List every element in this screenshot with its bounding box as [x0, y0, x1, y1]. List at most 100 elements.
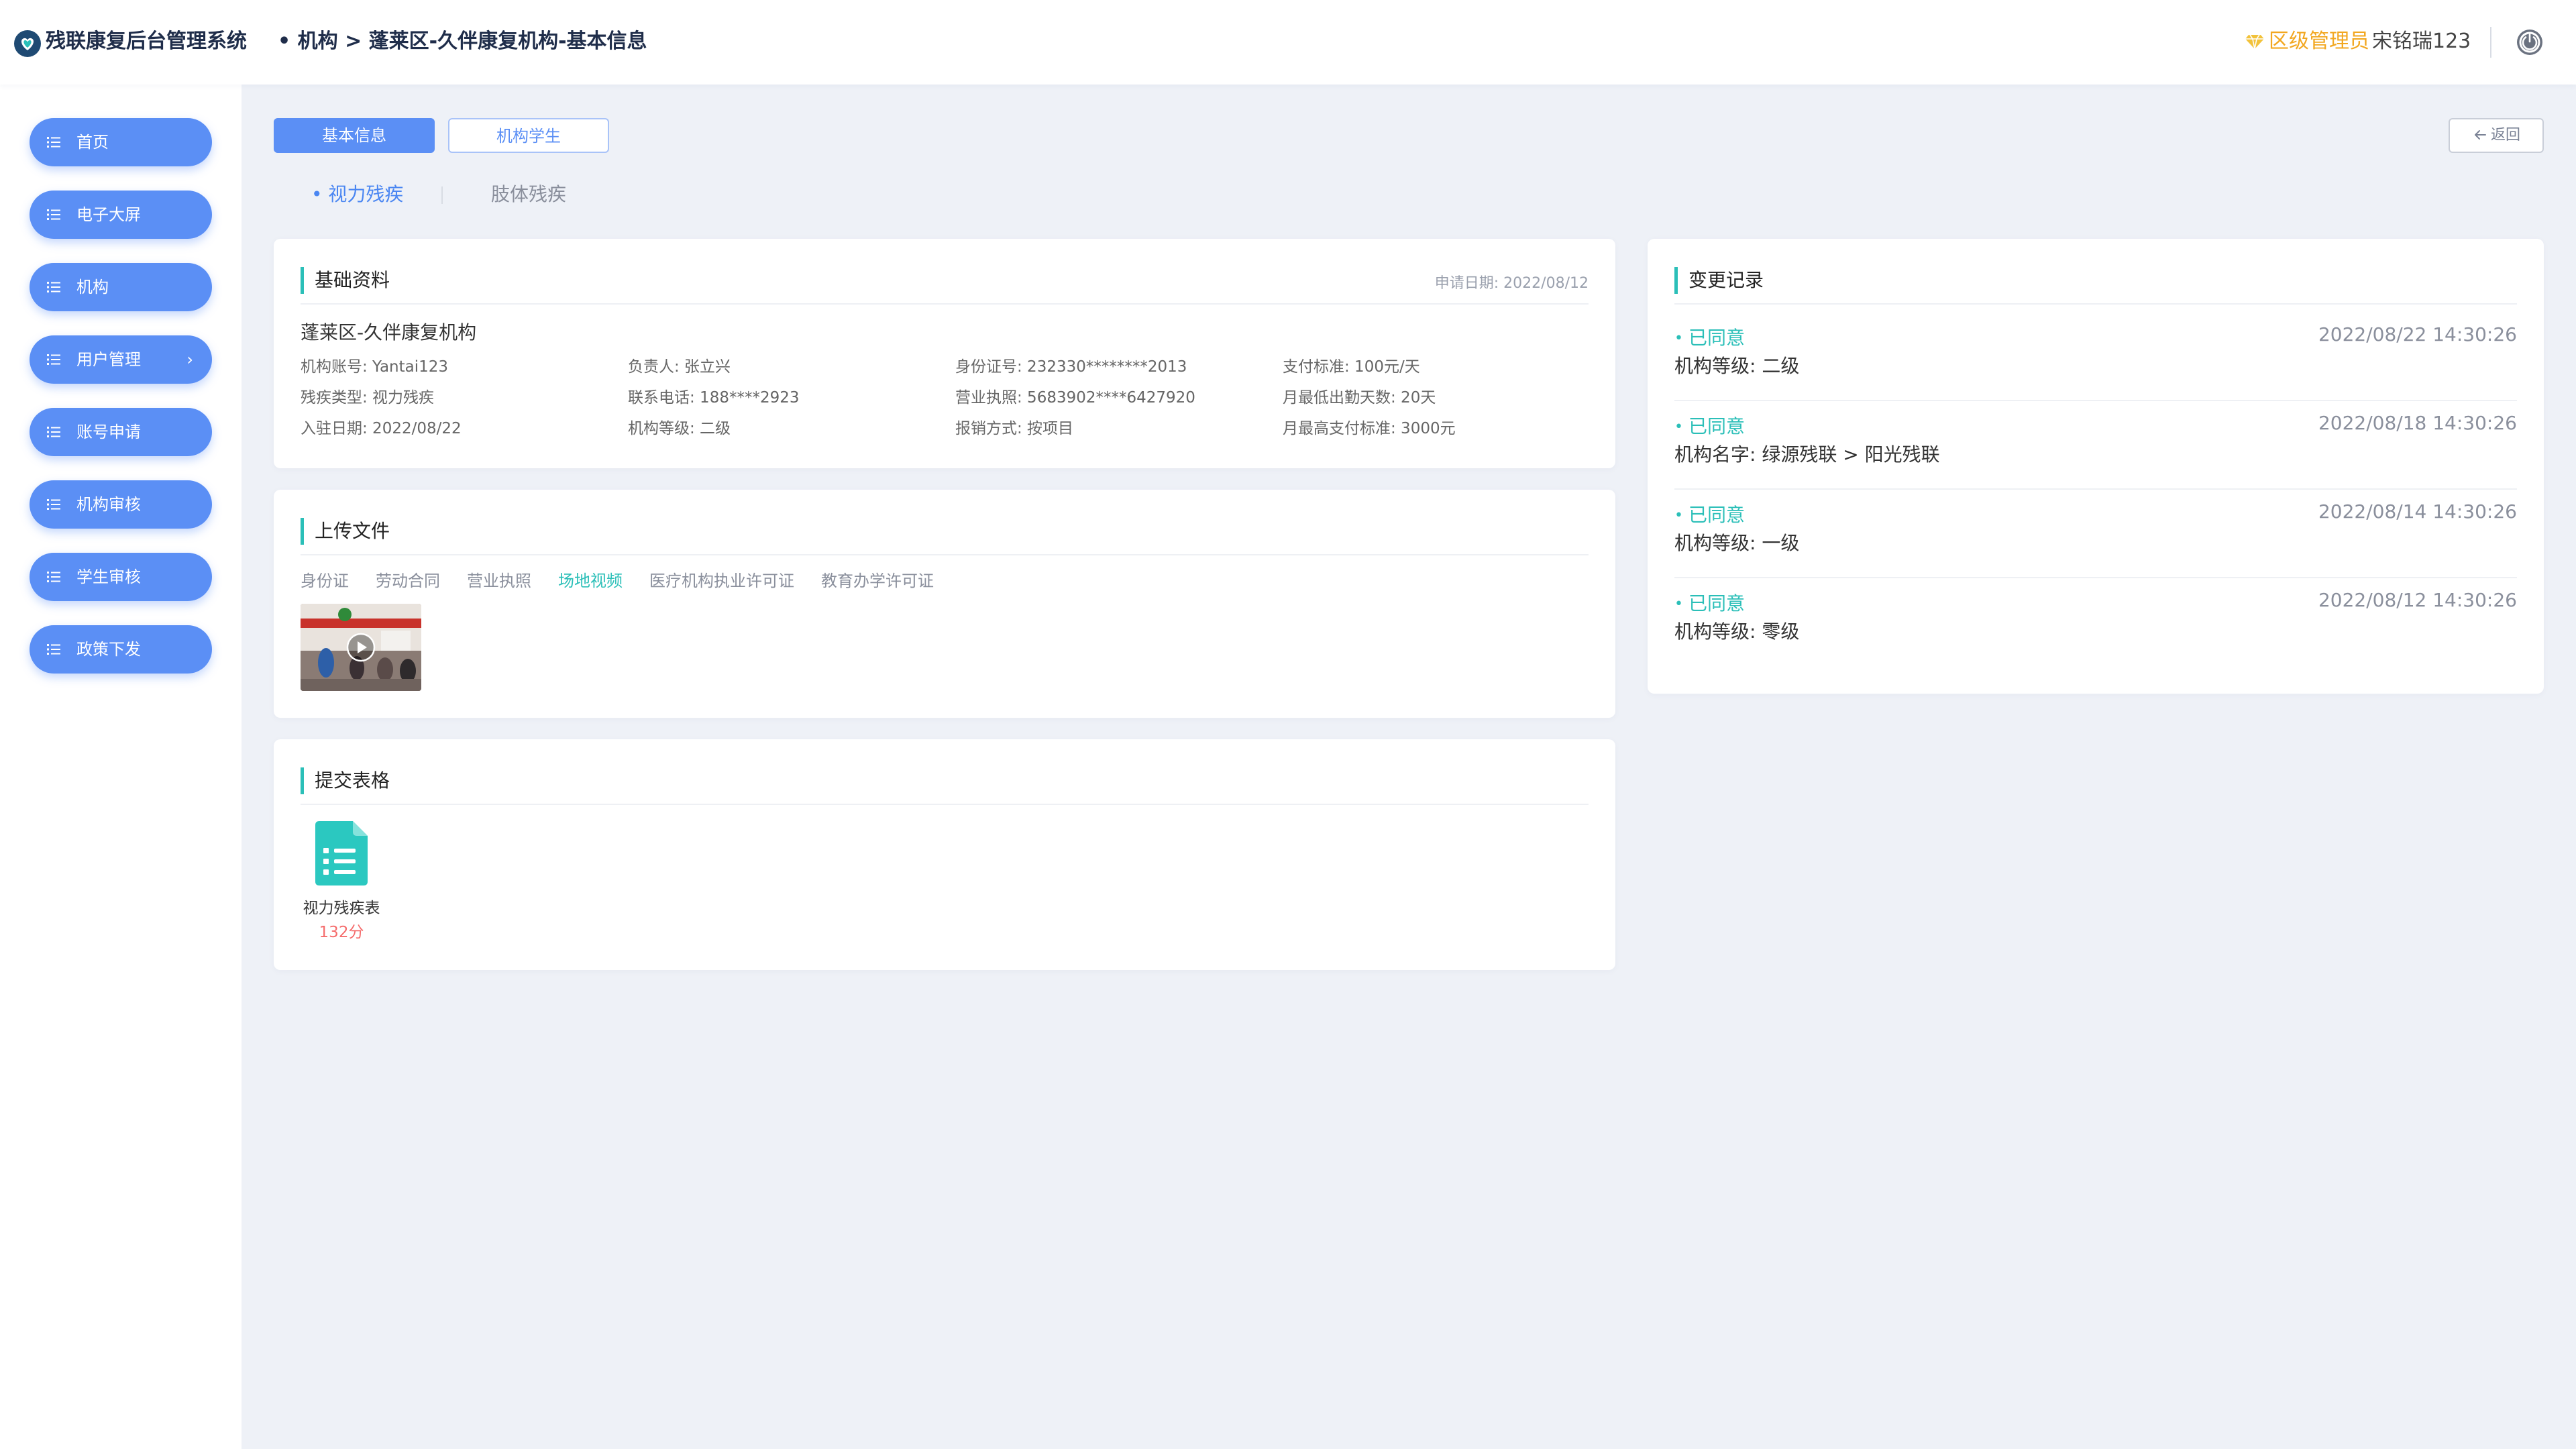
- sidebar-item-user-management[interactable]: 用户管理 ›: [30, 335, 212, 384]
- tab-institution-students[interactable]: 机构学生: [448, 118, 609, 153]
- log-time: 2022/08/12 14:30:26: [2318, 589, 2517, 611]
- file-tab-education-license[interactable]: 教育办学许可证: [821, 570, 934, 592]
- file-tab-medical-license[interactable]: 医疗机构执业许可证: [649, 570, 794, 592]
- file-tab-site-video[interactable]: 场地视频: [558, 570, 623, 592]
- status-badge: • 已同意: [1674, 327, 1745, 349]
- subtab-physical-disability[interactable]: 肢体残疾: [491, 180, 566, 209]
- change-log-card: 变更记录 • 已同意 2022/08/22 14:30:26 机构等级: 二级 •…: [1648, 239, 2544, 694]
- field-account: 机构账号: Yantai123: [301, 358, 449, 376]
- list-icon: [47, 354, 60, 365]
- divider: [1674, 303, 2517, 305]
- change-log-item: • 已同意 2022/08/14 14:30:26 机构等级: 一级: [1674, 490, 2517, 578]
- sidebar-item-label: 用户管理: [76, 350, 141, 369]
- diamond-icon: [2245, 34, 2264, 50]
- field-phone: 联系电话: 188****2923: [628, 389, 800, 407]
- status-badge: • 已同意: [1674, 415, 1745, 437]
- field-disability-type: 残疾类型: 视力残疾: [301, 389, 435, 407]
- sidebar-item-label: 政策下发: [76, 640, 141, 659]
- heart-logo-icon: [14, 30, 41, 57]
- tab-basic-info[interactable]: 基本信息: [274, 118, 435, 153]
- sidebar-item-institution-review[interactable]: 机构审核: [30, 480, 212, 529]
- log-time: 2022/08/22 14:30:26: [2318, 323, 2517, 345]
- sidebar-item-institution[interactable]: 机构: [30, 263, 212, 311]
- sidebar: 首页 电子大屏 机构 用户管理 › 账号申请 机构审核 学生审核 政策下发: [0, 85, 241, 1449]
- change-log-item: • 已同意 2022/08/22 14:30:26 机构等级: 二级: [1674, 313, 2517, 401]
- sidebar-item-policy[interactable]: 政策下发: [30, 625, 212, 674]
- field-max-payment: 月最高支付标准: 3000元: [1283, 420, 1456, 437]
- log-time: 2022/08/18 14:30:26: [2318, 412, 2517, 434]
- list-icon: [47, 209, 60, 220]
- file-tab-id-card[interactable]: 身份证: [301, 570, 349, 592]
- sidebar-item-account-application[interactable]: 账号申请: [30, 408, 212, 456]
- list-icon: [47, 137, 60, 148]
- play-icon: [346, 633, 376, 662]
- field-join-date: 入驻日期: 2022/08/22: [301, 420, 462, 437]
- field-business-license: 营业执照: 5683902****6427920: [955, 389, 1195, 407]
- sidebar-item-label: 电子大屏: [76, 205, 141, 224]
- sidebar-item-label: 账号申请: [76, 423, 141, 441]
- basic-info-card: 基础资料 申请日期: 2022/08/12 蓬莱区-久伴康复机构 机构账号: Y…: [274, 239, 1615, 468]
- username[interactable]: 宋铭瑞123: [2372, 27, 2471, 56]
- submitted-forms-card: 提交表格 视力残疾表 132分: [274, 739, 1615, 970]
- chevron-right-icon: ›: [186, 350, 193, 369]
- sidebar-item-label: 学生审核: [76, 568, 141, 586]
- log-detail: 机构名字: 绿源残联 > 阳光残联: [1674, 443, 1940, 466]
- list-icon: [47, 572, 60, 582]
- card-title: 基础资料: [301, 267, 390, 294]
- back-label: 返回: [2490, 127, 2520, 144]
- log-detail: 机构等级: 一级: [1674, 532, 1800, 554]
- status-badge: • 已同意: [1674, 504, 1745, 526]
- file-tab-labor-contract[interactable]: 劳动合同: [376, 570, 440, 592]
- institution-name: 蓬莱区-久伴康复机构: [301, 321, 477, 343]
- status-label: 已同意: [1688, 504, 1745, 526]
- breadcrumb: • 机构 > 蓬莱区-久伴康复机构-基本信息: [278, 30, 647, 53]
- card-title: 变更记录: [1674, 267, 1764, 294]
- site-video-thumbnail[interactable]: [301, 604, 421, 691]
- upload-files-card: 上传文件 身份证 劳动合同 营业执照 场地视频 医疗机构执业许可证 教育办学许可…: [274, 490, 1615, 718]
- list-icon: [47, 427, 60, 437]
- divider: [301, 554, 1589, 555]
- field-id-number: 身份证号: 232330********2013: [955, 358, 1187, 376]
- header-divider: [2490, 27, 2491, 58]
- status-badge: • 已同意: [1674, 592, 1745, 614]
- app-title: 残联康复后台管理系统: [46, 30, 247, 53]
- divider: [301, 804, 1589, 805]
- divider: [301, 303, 1589, 305]
- card-title: 上传文件: [301, 518, 390, 545]
- power-icon[interactable]: [2516, 28, 2544, 56]
- document-list-icon[interactable]: [315, 821, 368, 885]
- subtab-divider: [441, 186, 443, 204]
- form-score: 132分: [319, 924, 364, 941]
- sidebar-item-student-review[interactable]: 学生审核: [30, 553, 212, 601]
- change-log-item: • 已同意 2022/08/18 14:30:26 机构名字: 绿源残联 > 阳光…: [1674, 401, 2517, 490]
- apply-date: 申请日期: 2022/08/12: [1434, 275, 1589, 292]
- sidebar-item-label: 机构: [76, 278, 109, 297]
- role-badge: 区级管理员: [2245, 27, 2369, 56]
- change-log-item: • 已同意 2022/08/12 14:30:26 机构等级: 零级: [1674, 578, 2517, 667]
- field-reimbursement: 报销方式: 按项目: [955, 420, 1074, 437]
- subtab-visual-disability[interactable]: • 视力残疾: [311, 180, 403, 209]
- list-icon: [47, 644, 60, 655]
- log-detail: 机构等级: 零级: [1674, 621, 1800, 643]
- card-title: 提交表格: [301, 767, 390, 794]
- list-icon: [47, 499, 60, 510]
- top-header: 残联康复后台管理系统 • 机构 > 蓬莱区-久伴康复机构-基本信息 区级管理员 …: [0, 0, 2576, 85]
- log-time: 2022/08/14 14:30:26: [2318, 500, 2517, 523]
- file-tab-business-license[interactable]: 营业执照: [467, 570, 531, 592]
- field-manager: 负责人: 张立兴: [628, 358, 731, 376]
- field-min-attendance: 月最低出勤天数: 20天: [1283, 389, 1436, 407]
- back-button[interactable]: 返回: [2449, 118, 2544, 153]
- status-label: 已同意: [1688, 327, 1745, 349]
- form-name[interactable]: 视力残疾表: [301, 895, 382, 918]
- field-level: 机构等级: 二级: [628, 420, 731, 437]
- role-label: 区级管理员: [2269, 30, 2369, 53]
- sidebar-item-big-screen[interactable]: 电子大屏: [30, 191, 212, 239]
- status-label: 已同意: [1688, 415, 1745, 437]
- field-payment-standard: 支付标准: 100元/天: [1283, 358, 1420, 376]
- sidebar-item-label: 首页: [76, 133, 109, 152]
- arrow-left-icon: [2474, 130, 2486, 140]
- status-label: 已同意: [1688, 592, 1745, 614]
- sidebar-item-label: 机构审核: [76, 495, 141, 514]
- sidebar-item-home[interactable]: 首页: [30, 118, 212, 166]
- log-detail: 机构等级: 二级: [1674, 355, 1800, 377]
